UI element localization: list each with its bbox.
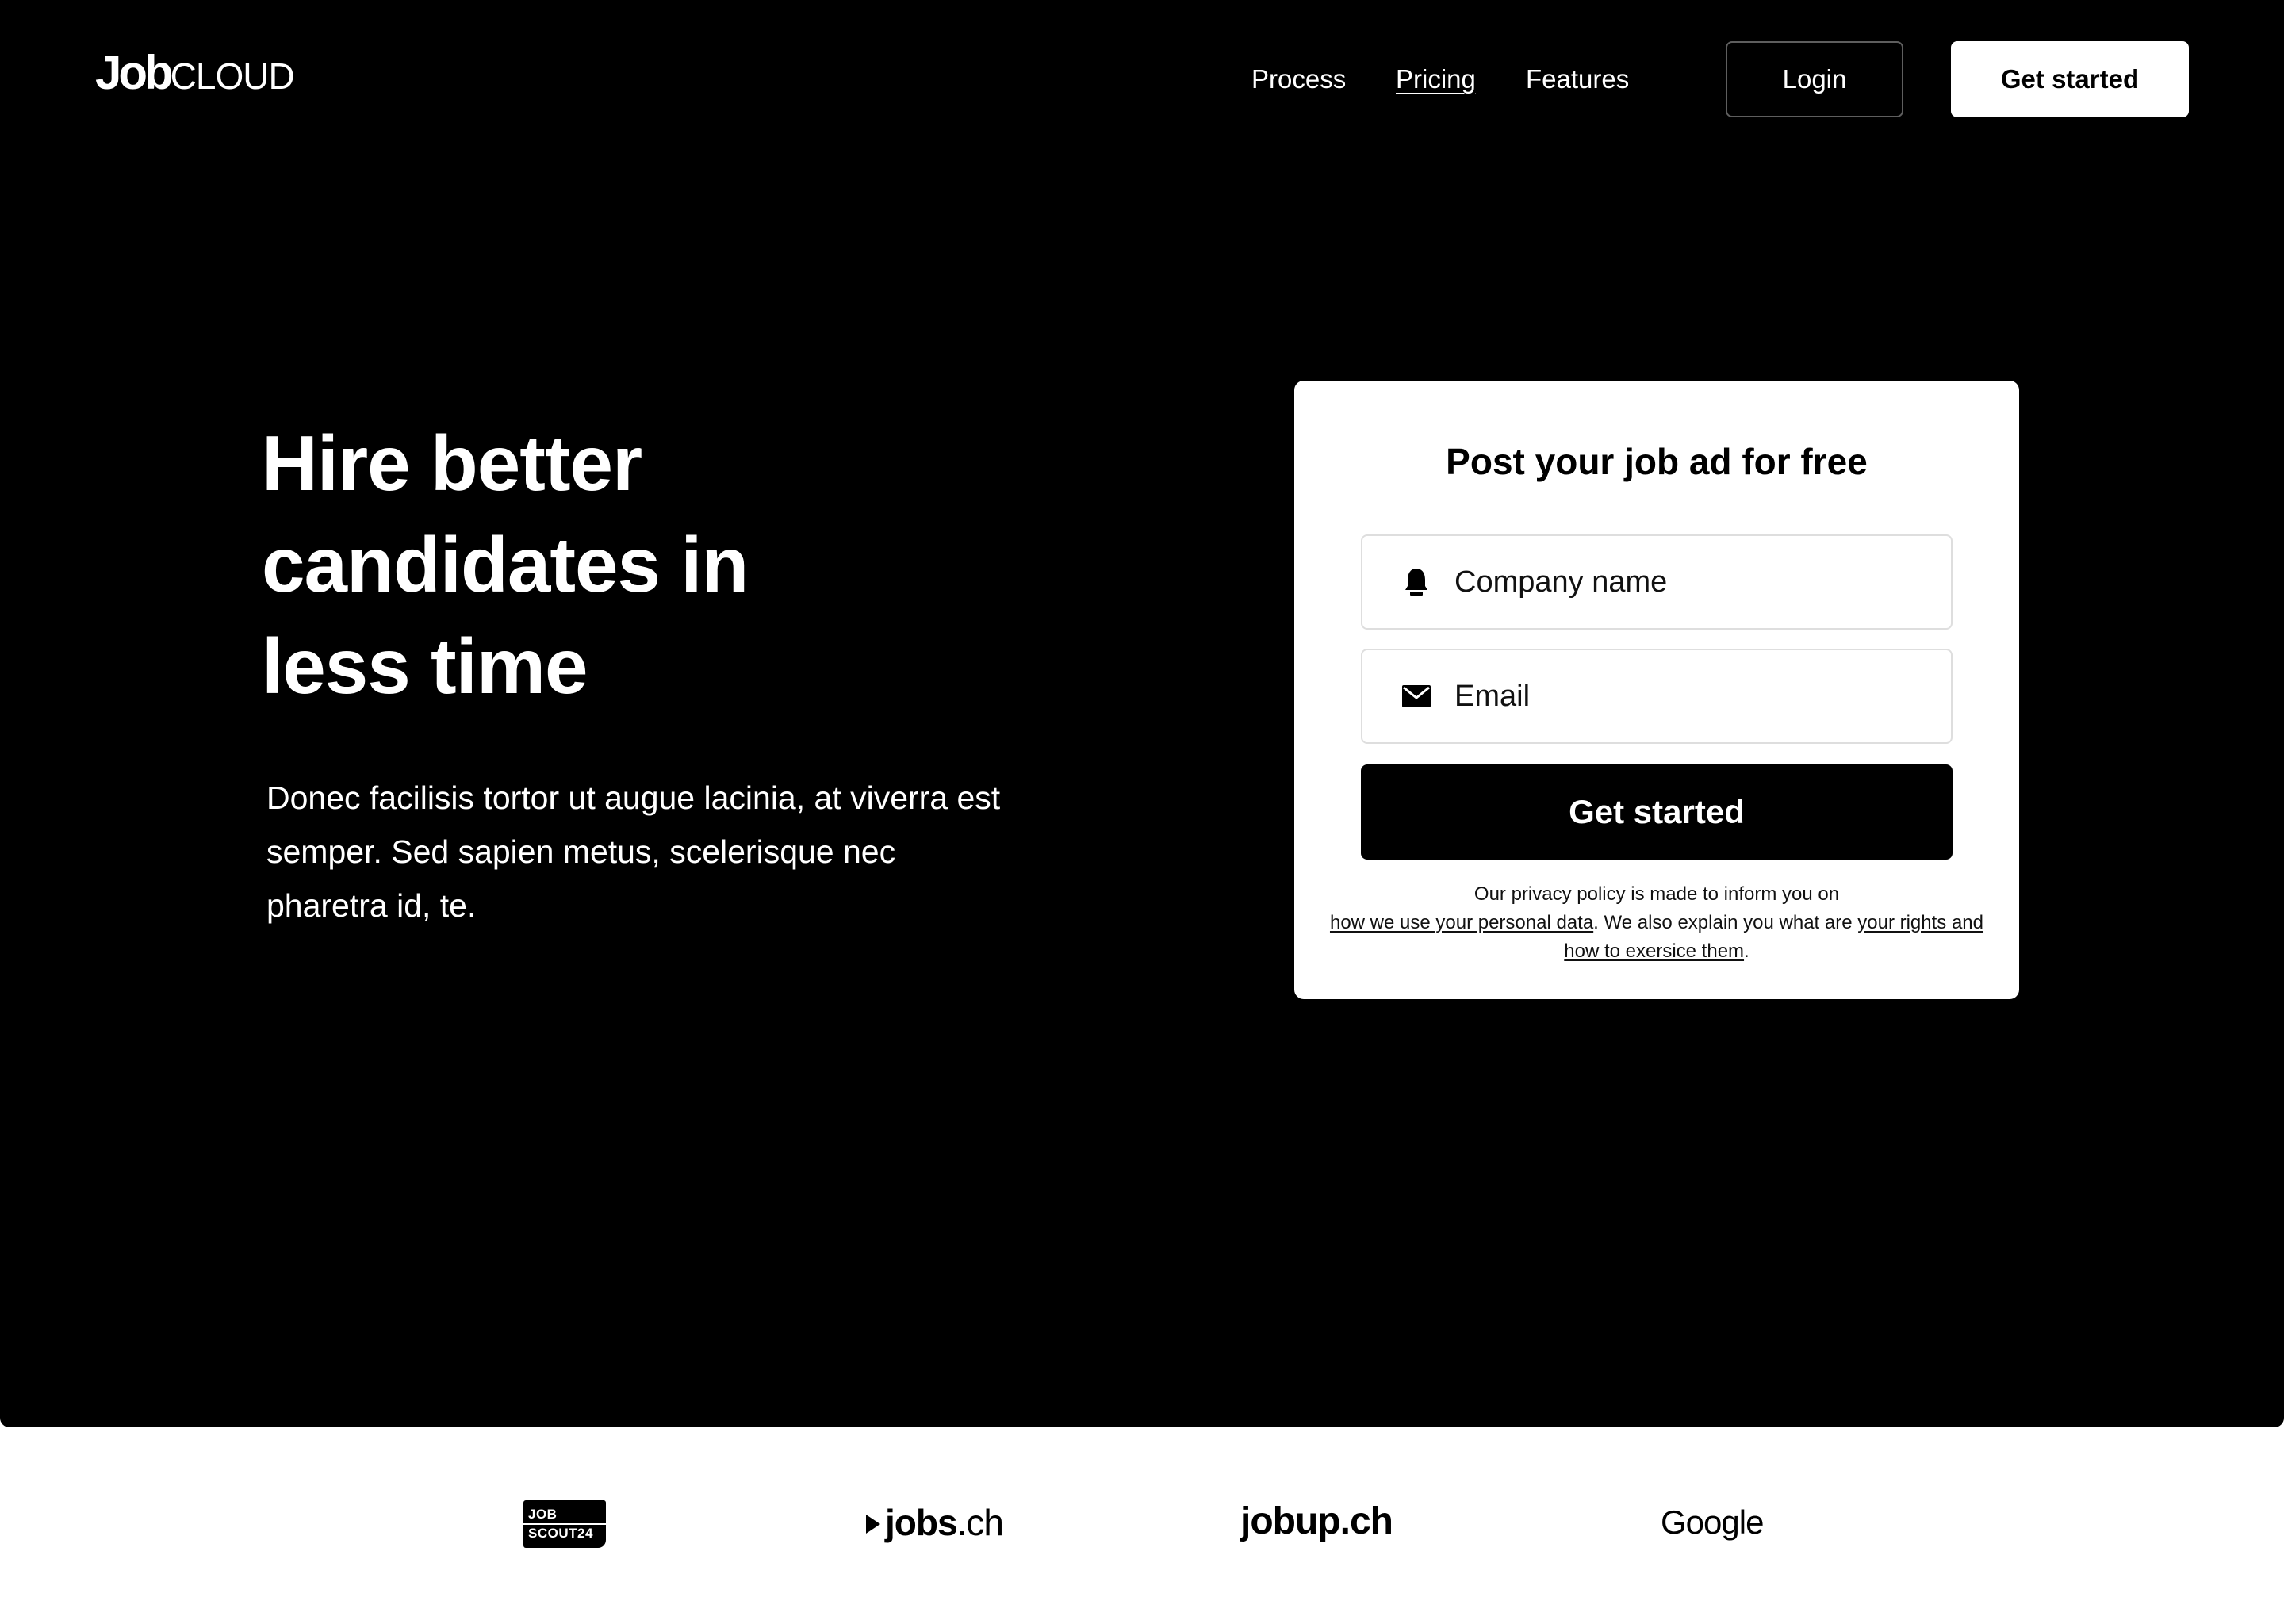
logo-part-job: Job (95, 46, 174, 99)
form-get-started-button[interactable]: Get started (1361, 764, 1953, 860)
email-placeholder: Email (1454, 679, 1531, 713)
headline-line: less time (262, 622, 588, 710)
hero-headline: Hire better candidates in less time (262, 412, 975, 717)
nav-link-features[interactable]: Features (1526, 62, 1629, 97)
jobs-ch-logo: jobs .ch (866, 1497, 1004, 1548)
hero-section: JobCLOUD Process Pricing Features Login … (0, 0, 2284, 1427)
login-button[interactable]: Login (1726, 41, 1903, 117)
jobscout-line2: SCOUT24 (528, 1526, 593, 1541)
privacy-text: Our privacy policy is made to inform you… (1473, 883, 1840, 905)
email-field[interactable]: Email (1361, 649, 1953, 744)
nav-link-pricing[interactable]: Pricing (1396, 62, 1476, 97)
company-icon (1401, 566, 1432, 598)
header-get-started-button[interactable]: Get started (1951, 41, 2189, 117)
partner-logos: JOB SCOUT24 jobs .ch jobup.ch Google (0, 1427, 2284, 1624)
jobscout24-logo: JOB SCOUT24 (523, 1500, 606, 1548)
company-name-field[interactable]: Company name (1361, 534, 1953, 630)
personal-data-link[interactable]: how we use your personal data (1330, 912, 1593, 933)
jobs-ch-light: .ch (956, 1502, 1004, 1543)
jobscout-divider (523, 1523, 606, 1525)
company-name-placeholder: Company name (1454, 565, 1668, 599)
nav-link-process[interactable]: Process (1251, 62, 1346, 97)
jobup-ch-logo: jobup.ch (1240, 1500, 1393, 1542)
mail-icon (1401, 680, 1432, 712)
job-ad-form-card: Post your job ad for free Company name E… (1294, 381, 2019, 999)
jobcloud-logo[interactable]: JobCLOUD (95, 46, 295, 99)
jobscout-line1: JOB (528, 1507, 558, 1522)
jobs-ch-bold: jobs (885, 1502, 958, 1543)
privacy-text: . (1744, 940, 1749, 962)
play-icon (866, 1515, 880, 1534)
hero-description: Donec facilisis tortor ut augue lacinia,… (266, 779, 1001, 924)
privacy-notice: Our privacy policy is made to inform you… (1326, 880, 1987, 966)
headline-line: Hire better (262, 419, 642, 507)
form-title: Post your job ad for free (1446, 441, 1868, 482)
logo-part-cloud: CLOUD (170, 56, 295, 97)
privacy-text: . We also explain you what are (1593, 912, 1858, 933)
google-logo: Google (1661, 1503, 1764, 1541)
headline-line: candidates in (262, 521, 749, 608)
